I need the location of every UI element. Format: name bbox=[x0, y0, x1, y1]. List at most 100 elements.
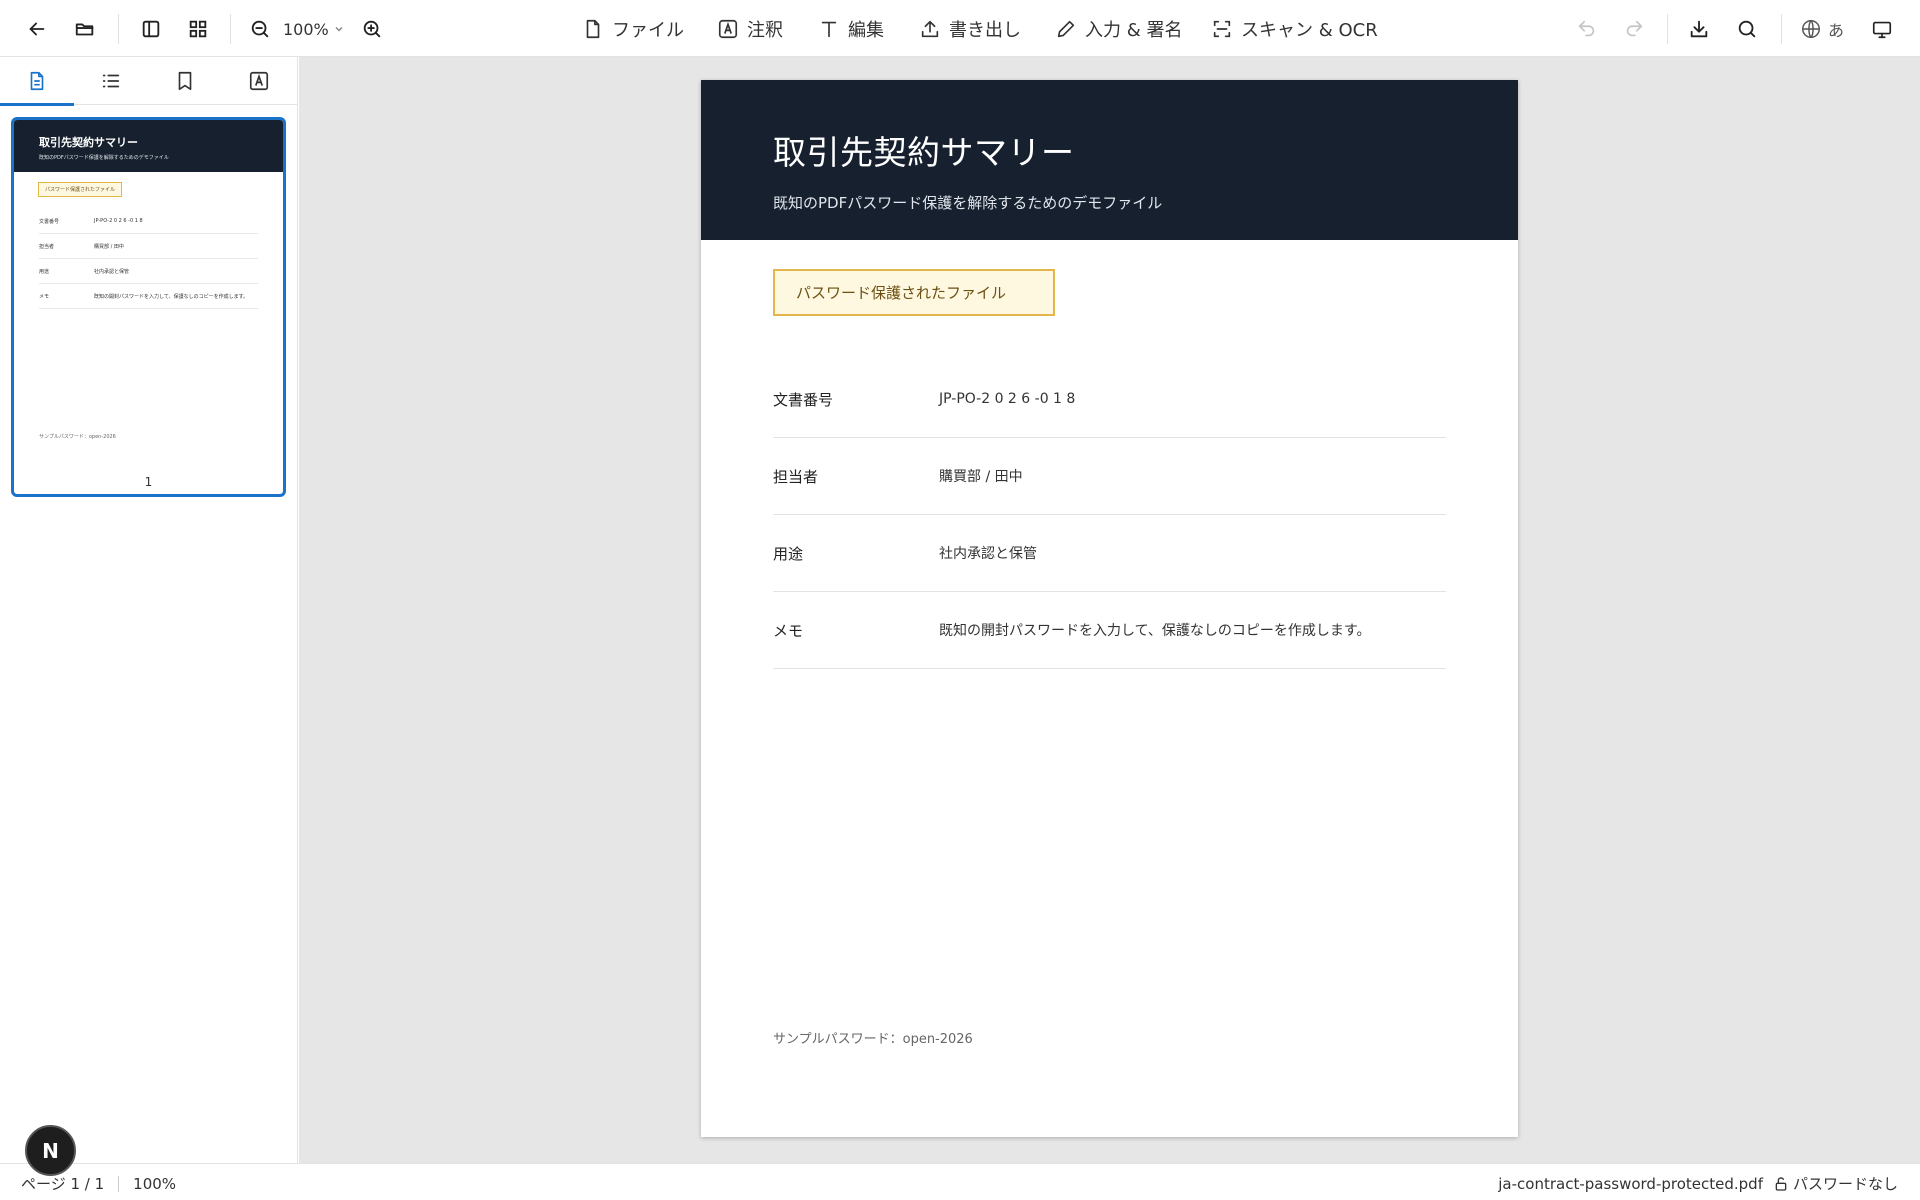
thumbnail-row-label: 用途 bbox=[39, 268, 50, 275]
document-footer: サンプルパスワード：open-2026 bbox=[773, 1032, 973, 1047]
thumbnail-row: 担当者 購買部 / 田中 bbox=[39, 234, 258, 259]
thumbnail-row: 文書番号 JP-PO-2 0 2 6 -0 1 8 bbox=[39, 209, 258, 234]
unlock-icon bbox=[1775, 1176, 1787, 1191]
info-label: 用途 bbox=[773, 544, 804, 563]
pdf-page[interactable]: 取引先契約サマリー 既知のPDFパスワード保護を解除するためのデモファイル パス… bbox=[701, 80, 1518, 1137]
zoom-in-icon bbox=[363, 20, 381, 38]
tab-bookmarks[interactable] bbox=[148, 57, 222, 105]
thumbnail-subtitle: 既知のPDFパスワード保護を解除するためのデモファイル bbox=[39, 155, 169, 161]
info-value: 購買部 / 田中 bbox=[939, 469, 1023, 485]
zoom-value: 100% bbox=[283, 19, 329, 39]
document-icon bbox=[30, 71, 44, 91]
tab-outline[interactable] bbox=[74, 57, 148, 105]
sidebar-tabs bbox=[0, 57, 297, 106]
menu-edit[interactable]: 編集 bbox=[818, 14, 884, 44]
thumbnail-row: メモ 既知の開封パスワードを入力して、保護なしのコピーを作成します。 bbox=[39, 284, 258, 309]
info-value: 社内承認と保管 bbox=[939, 546, 1037, 562]
zoom-select[interactable]: 100% bbox=[283, 16, 345, 42]
upload-icon bbox=[921, 20, 939, 38]
document-subtitle: 既知のPDFパスワード保護を解除するためのデモファイル bbox=[773, 194, 1163, 212]
zoom-out-button[interactable] bbox=[241, 10, 279, 48]
menu-file[interactable]: ファイル bbox=[582, 14, 684, 44]
toolbar-divider bbox=[1781, 14, 1782, 44]
thumbnail-row-label: メモ bbox=[39, 293, 50, 300]
info-row: 担当者 購買部 / 田中 bbox=[773, 438, 1446, 515]
grid-view-button[interactable] bbox=[179, 10, 217, 48]
info-value: 既知の開封パスワードを入力して、保護なしのコピーを作成します。 bbox=[939, 623, 1371, 639]
thumbnail-title: 取引先契約サマリー bbox=[39, 136, 138, 149]
search-button[interactable] bbox=[1728, 10, 1766, 48]
thumbnail-footer: サンプルパスワード：open-2026 bbox=[39, 434, 116, 440]
info-label: メモ bbox=[773, 621, 804, 640]
thumbnail-row-value: JP-PO-2 0 2 6 -0 1 8 bbox=[94, 218, 143, 224]
file-icon bbox=[586, 19, 600, 39]
info-label: 担当者 bbox=[773, 467, 819, 486]
assistant-button[interactable]: N bbox=[25, 1125, 76, 1176]
language-label: あ bbox=[1828, 21, 1845, 40]
status-zoom: 100% bbox=[133, 1174, 177, 1193]
info-row: メモ 既知の開封パスワードを入力して、保護なしのコピーを作成します。 bbox=[773, 592, 1446, 669]
menu-edit-label: 編集 bbox=[848, 20, 884, 41]
sidebar-icon bbox=[142, 20, 160, 38]
presentation-button[interactable] bbox=[1863, 10, 1901, 48]
info-label: 文書番号 bbox=[773, 390, 834, 409]
bookmark-icon bbox=[178, 71, 192, 91]
menu-fill-sign[interactable]: 入力 & 署名 bbox=[1055, 14, 1182, 44]
menu-annotate-label: 注釈 bbox=[747, 20, 783, 41]
info-row: 用途 社内承認と保管 bbox=[773, 515, 1446, 592]
back-button[interactable] bbox=[18, 10, 56, 48]
protection-status: パスワードなし bbox=[1773, 1173, 1898, 1194]
thumbnail-page-number: 1 bbox=[144, 475, 153, 489]
tab-annotations[interactable] bbox=[222, 57, 296, 105]
monitor-icon bbox=[1872, 21, 1892, 39]
toolbar-divider bbox=[230, 14, 231, 44]
page-header: 取引先契約サマリー 既知のPDFパスワード保護を解除するためのデモファイル bbox=[701, 80, 1518, 240]
info-table: 文書番号 JP-PO-2 0 2 6 -0 1 8 担当者 購買部 / 田中 用途 社… bbox=[773, 361, 1446, 669]
menu-export[interactable]: 書き出し bbox=[919, 14, 1021, 44]
download-icon bbox=[1690, 20, 1708, 38]
status-bar: ページ 1 / 1 100% ja-contract-password-prot… bbox=[0, 1163, 1920, 1200]
protection-status-label: パスワードなし bbox=[1792, 1175, 1898, 1193]
undo-button[interactable] bbox=[1568, 10, 1606, 48]
thumbnail-row: 用途 社内承認と保管 bbox=[39, 259, 258, 284]
toolbar-divider bbox=[118, 14, 119, 44]
globe-icon bbox=[1802, 20, 1820, 38]
status-right: ja-contract-password-protected.pdf パスワード… bbox=[1498, 1173, 1898, 1194]
thumbnail-row-value: 既知の開封パスワードを入力して、保護なしのコピーを作成します。 bbox=[94, 293, 249, 300]
status-left: ページ 1 / 1 100% bbox=[21, 1173, 176, 1194]
zoom-out-icon bbox=[251, 20, 269, 38]
redo-button[interactable] bbox=[1615, 10, 1653, 48]
download-button[interactable] bbox=[1680, 10, 1718, 48]
protection-badge: パスワード保護されたファイル bbox=[773, 269, 1055, 316]
folder-open-icon bbox=[75, 23, 94, 36]
thumbnail-row-label: 担当者 bbox=[39, 243, 55, 250]
thumbnail-badge: パスワード保護されたファイル bbox=[38, 182, 123, 197]
page-thumbnail[interactable]: 取引先契約サマリー 既知のPDFパスワード保護を解除するためのデモファイル パス… bbox=[11, 117, 286, 497]
document-title: 取引先契約サマリー bbox=[773, 133, 1075, 172]
thumbnail-row-value: 社内承認と保管 bbox=[94, 268, 130, 275]
grid-icon bbox=[189, 20, 207, 38]
menu-annotate[interactable]: 注釈 bbox=[717, 14, 783, 44]
tab-thumbnails[interactable] bbox=[0, 57, 74, 106]
pen-icon bbox=[1057, 20, 1075, 38]
document-viewer[interactable]: 取引先契約サマリー 既知のPDFパスワード保護を解除するためのデモファイル パス… bbox=[299, 57, 1920, 1163]
info-row: 文書番号 JP-PO-2 0 2 6 -0 1 8 bbox=[773, 361, 1446, 438]
arrow-left-icon bbox=[29, 22, 45, 36]
sidebar: 取引先契約サマリー 既知のPDFパスワード保護を解除するためのデモファイル パス… bbox=[0, 57, 298, 1163]
text-box-icon bbox=[249, 71, 269, 91]
page-indicator: ページ 1 / 1 bbox=[21, 1175, 105, 1193]
menu-file-label: ファイル bbox=[612, 20, 684, 41]
toolbar-divider bbox=[1667, 14, 1668, 44]
scan-icon bbox=[1213, 20, 1231, 38]
text-tool-icon bbox=[821, 21, 837, 38]
zoom-in-button[interactable] bbox=[353, 10, 391, 48]
redo-icon bbox=[1626, 20, 1643, 37]
menu-scan-ocr[interactable]: スキャン & OCR bbox=[1211, 14, 1378, 44]
toggle-sidebar-button[interactable] bbox=[132, 10, 170, 48]
open-file-button[interactable] bbox=[66, 10, 104, 48]
thumbnail-header: 取引先契約サマリー 既知のPDFパスワード保護を解除するためのデモファイル bbox=[14, 120, 283, 172]
language-button[interactable]: あ bbox=[1800, 14, 1844, 44]
text-box-icon bbox=[718, 19, 738, 39]
filename: ja-contract-password-protected.pdf bbox=[1498, 1174, 1763, 1193]
thumbnail-row-label: 文書番号 bbox=[39, 218, 60, 225]
